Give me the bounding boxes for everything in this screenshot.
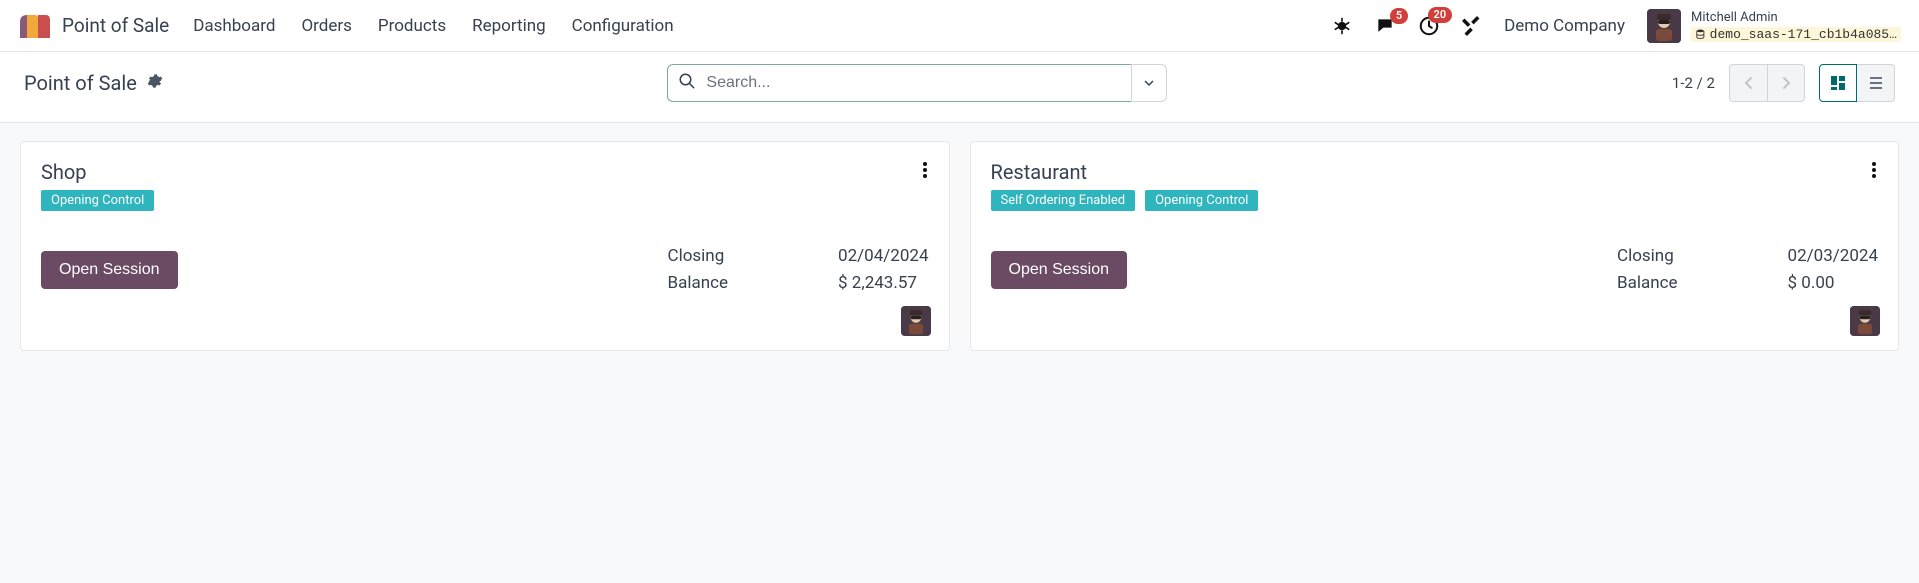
closing-date: 02/04/2024: [838, 243, 928, 270]
pager-prev-button[interactable]: [1729, 64, 1767, 102]
activities-badge: 20: [1428, 7, 1453, 23]
nav-reporting[interactable]: Reporting: [472, 16, 546, 36]
balance-label: Balance: [1617, 270, 1678, 297]
status-tag: Opening Control: [1145, 190, 1258, 211]
card-menu-icon[interactable]: [1870, 160, 1878, 184]
responsible-avatar[interactable]: [901, 306, 931, 336]
pager-next-button[interactable]: [1767, 64, 1805, 102]
database-icon: [1695, 28, 1706, 40]
kanban-board: Shop Opening Control Open Session Closin…: [0, 123, 1919, 369]
pager-buttons: [1729, 64, 1805, 102]
open-session-button[interactable]: Open Session: [991, 251, 1128, 289]
nav-configuration[interactable]: Configuration: [572, 16, 674, 36]
status-tag: Self Ordering Enabled: [991, 190, 1136, 211]
user-meta: Mitchell Admin demo_saas-171_cb1b4a08583…: [1691, 10, 1901, 42]
tools-icon[interactable]: [1462, 16, 1482, 36]
nav-products[interactable]: Products: [378, 16, 446, 36]
activities-icon[interactable]: 20: [1418, 15, 1440, 37]
messages-badge: 5: [1390, 8, 1408, 24]
balance-label: Balance: [668, 270, 729, 297]
search-icon: [678, 72, 696, 94]
pager-text[interactable]: 1-2 / 2: [1672, 74, 1715, 92]
view-switcher: [1819, 64, 1895, 102]
responsible-avatar[interactable]: [1850, 306, 1880, 336]
search: [667, 64, 1167, 102]
status-tag: Opening Control: [41, 190, 154, 211]
open-session-button[interactable]: Open Session: [41, 251, 178, 289]
messages-icon[interactable]: 5: [1374, 16, 1396, 36]
avatar: [1647, 9, 1681, 43]
pos-app-icon: [18, 12, 52, 40]
top-nav: Point of Sale Dashboard Orders Products …: [0, 0, 1919, 52]
closing-label: Closing: [1617, 243, 1678, 270]
nav-orders[interactable]: Orders: [301, 16, 351, 36]
debug-icon[interactable]: [1332, 16, 1352, 36]
breadcrumb: Point of Sale: [24, 71, 163, 95]
balance-amount: $ 2,243.57: [838, 270, 928, 297]
page-title: Point of Sale: [24, 71, 137, 95]
search-options-toggle[interactable]: [1131, 64, 1167, 102]
pos-card-shop: Shop Opening Control Open Session Closin…: [20, 141, 950, 351]
brand-title: Point of Sale: [62, 14, 169, 37]
control-bar: Point of Sale 1-2 / 2: [0, 52, 1919, 123]
right-controls: 1-2 / 2: [1672, 64, 1895, 102]
nav-links: Dashboard Orders Products Reporting Conf…: [193, 16, 673, 36]
balance-amount: $ 0.00: [1788, 270, 1878, 297]
db-name: demo_saas-171_cb1b4a085839…: [1710, 27, 1897, 42]
search-box[interactable]: [667, 64, 1131, 102]
kanban-view-button[interactable]: [1819, 64, 1857, 102]
card-title: Restaurant: [991, 160, 1259, 184]
nav-dashboard[interactable]: Dashboard: [193, 16, 275, 36]
nav-right: 5 20 Demo Company: [1332, 9, 1901, 43]
user-name: Mitchell Admin: [1691, 10, 1901, 25]
company-switcher[interactable]: Demo Company: [1504, 16, 1625, 36]
db-name-line: demo_saas-171_cb1b4a085839…: [1691, 27, 1901, 42]
closing-label: Closing: [668, 243, 729, 270]
gear-icon[interactable]: [147, 73, 163, 93]
user-menu[interactable]: Mitchell Admin demo_saas-171_cb1b4a08583…: [1647, 9, 1901, 43]
closing-date: 02/03/2024: [1788, 243, 1878, 270]
list-view-button[interactable]: [1857, 64, 1895, 102]
card-menu-icon[interactable]: [921, 160, 929, 184]
pos-card-restaurant: Restaurant Self Ordering Enabled Opening…: [970, 141, 1900, 351]
card-title: Shop: [41, 160, 154, 184]
search-input[interactable]: [706, 74, 1121, 92]
brand[interactable]: Point of Sale: [18, 12, 169, 40]
